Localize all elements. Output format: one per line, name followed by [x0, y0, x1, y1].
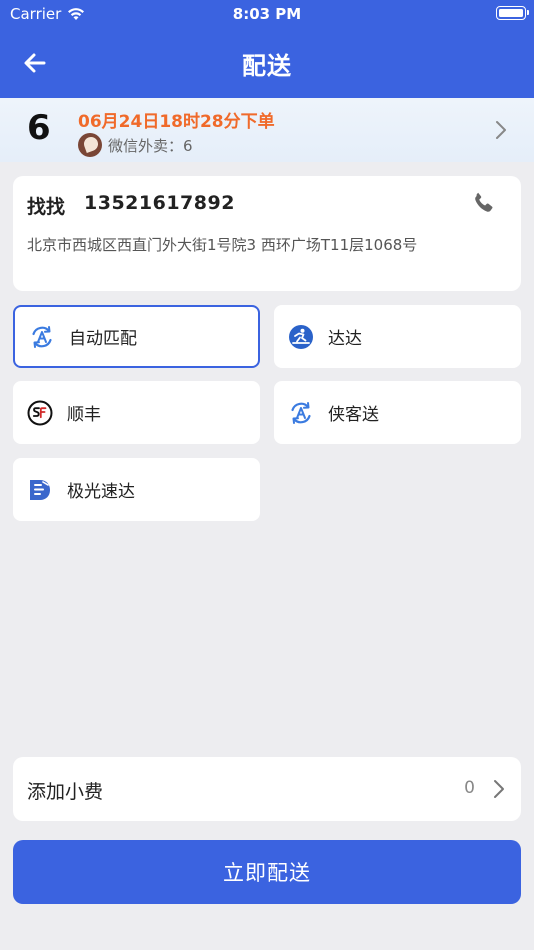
- service-label: 自动匹配: [69, 329, 137, 349]
- service-jiguang[interactable]: 极光速达: [13, 458, 260, 521]
- order-source: 微信外卖：6: [78, 133, 193, 157]
- service-dada[interactable]: 达达: [274, 305, 521, 368]
- sf-express-icon: [27, 400, 53, 425]
- recipient-phone: 13521617892: [84, 192, 235, 214]
- jiguang-icon: [30, 479, 50, 500]
- service-label: 极光速达: [67, 482, 135, 502]
- chevron-right-icon: [496, 121, 506, 139]
- order-source-label: 微信外卖：6: [108, 136, 193, 155]
- service-label: 达达: [328, 329, 362, 349]
- tip-label: 添加小费: [27, 781, 104, 803]
- chevron-right-icon: [494, 780, 504, 798]
- add-tip-row[interactable]: 添加小费 0: [13, 757, 521, 821]
- source-avatar-icon: [78, 133, 102, 157]
- address-card: 找找 13521617892 北京市西城区西直门外大街1号院3 西环广场T11层…: [13, 176, 521, 291]
- deliver-now-button[interactable]: 立即配送: [13, 840, 521, 904]
- service-label: 侠客送: [328, 405, 379, 425]
- service-xiakesong[interactable]: 侠客送: [274, 381, 521, 444]
- navbar: 配送: [0, 28, 534, 98]
- dada-icon: [289, 324, 313, 349]
- service-auto-match[interactable]: 自动匹配: [13, 305, 260, 368]
- delivery-address: 北京市西城区西直门外大街1号院3 西环广场T11层1068号: [27, 236, 418, 254]
- order-time: 06月24日18时28分下单: [78, 112, 275, 132]
- tip-value: 0: [464, 778, 475, 798]
- status-bar: Carrier 8:03 PM: [0, 0, 534, 28]
- order-summary-card[interactable]: 6 06月24日18时28分下单 微信外卖：6: [0, 98, 534, 162]
- order-number: 6: [27, 108, 51, 148]
- status-time: 8:03 PM: [232, 5, 302, 23]
- battery-icon: [496, 6, 529, 20]
- service-label: 顺丰: [67, 405, 101, 425]
- auto-match-icon: [32, 325, 52, 348]
- recipient-name: 找找: [27, 196, 66, 218]
- phone-icon[interactable]: [471, 190, 497, 216]
- page-title: 配送: [242, 52, 292, 80]
- top-bar: Carrier 8:03 PM 配送: [0, 0, 534, 98]
- service-sf-express[interactable]: 顺丰: [13, 381, 260, 444]
- xiakesong-icon: [291, 401, 311, 424]
